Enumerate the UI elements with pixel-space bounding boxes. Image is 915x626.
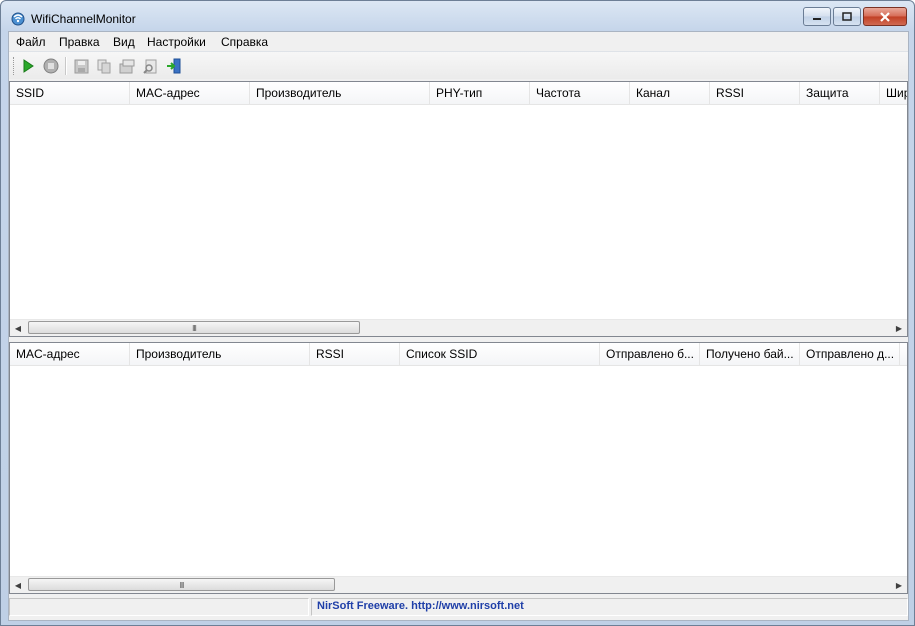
- stations-list[interactable]: MAC-адрес Производитель RSSI Список SSID…: [9, 342, 908, 594]
- menu-view[interactable]: Вид: [113, 35, 135, 49]
- status-cell-left: [9, 598, 309, 616]
- save-button[interactable]: [71, 56, 91, 76]
- col-bytes-received[interactable]: Получено бай...: [700, 343, 800, 365]
- col-rssi[interactable]: RSSI: [310, 343, 400, 365]
- nirsoft-link[interactable]: NirSoft Freeware. http://www.nirsoft.net: [317, 600, 524, 612]
- toolbar-separator: [65, 57, 67, 75]
- scroll-left-arrow[interactable]: ◀: [10, 577, 26, 593]
- status-bar: NirSoft Freeware. http://www.nirsoft.net: [9, 596, 908, 618]
- app-window: WifiChannelMonitor Файл Правка Вид Настр…: [0, 0, 915, 626]
- col-bytes-sent[interactable]: Отправлено б...: [600, 343, 700, 365]
- stations-header: MAC-адрес Производитель RSSI Список SSID…: [10, 343, 907, 366]
- toolbar: [9, 52, 908, 79]
- scroll-right-arrow[interactable]: ▶: [891, 320, 907, 336]
- col-phy[interactable]: PHY-тип: [430, 82, 530, 104]
- col-ssid[interactable]: SSID: [10, 82, 130, 104]
- col-vendor[interactable]: Производитель: [250, 82, 430, 104]
- col-width[interactable]: Шир: [880, 82, 907, 104]
- window-title: WifiChannelMonitor: [31, 12, 136, 26]
- networks-header: SSID MAC-адрес Производитель PHY-тип Час…: [10, 82, 907, 105]
- menu-settings[interactable]: Настройки: [147, 35, 206, 49]
- properties-icon: [119, 59, 135, 73]
- minimize-button[interactable]: [803, 7, 831, 26]
- col-ssid-list[interactable]: Список SSID: [400, 343, 600, 365]
- exit-button[interactable]: [164, 56, 184, 76]
- caption-buttons: [801, 7, 907, 26]
- scroll-thumb[interactable]: III: [28, 321, 360, 334]
- menu-file[interactable]: Файл: [16, 35, 46, 49]
- title-bar[interactable]: WifiChannelMonitor: [1, 1, 914, 31]
- networks-hscrollbar[interactable]: ◀ III ▶: [10, 319, 907, 336]
- maximize-icon: [842, 12, 852, 21]
- start-button[interactable]: [18, 56, 38, 76]
- copy-icon: [97, 59, 110, 73]
- find-icon: [142, 59, 156, 74]
- save-icon: [74, 59, 88, 73]
- thumb-grip: III: [192, 324, 197, 333]
- minimize-icon: [813, 17, 821, 20]
- col-security[interactable]: Защита: [800, 82, 880, 104]
- stop-icon: [43, 58, 59, 74]
- maximize-button[interactable]: [833, 7, 861, 26]
- properties-button[interactable]: [117, 56, 137, 76]
- col-frequency[interactable]: Частота: [530, 82, 630, 104]
- close-button[interactable]: [863, 7, 907, 26]
- col-rssi[interactable]: RSSI: [710, 82, 800, 104]
- play-icon: [23, 59, 34, 73]
- scroll-left-arrow[interactable]: ◀: [10, 320, 26, 336]
- thumb-grip: III: [179, 581, 185, 590]
- scroll-right-arrow[interactable]: ▶: [891, 577, 907, 593]
- col-data-sent[interactable]: Отправлено д...: [800, 343, 900, 365]
- menu-help[interactable]: Справка: [221, 35, 268, 49]
- menu-bar: Файл Правка Вид Настройки Справка: [9, 32, 908, 52]
- find-button[interactable]: [140, 56, 160, 76]
- col-vendor[interactable]: Производитель: [130, 343, 310, 365]
- menu-edit[interactable]: Правка: [59, 35, 100, 49]
- col-mac[interactable]: MAC-адрес: [130, 82, 250, 104]
- stations-hscrollbar[interactable]: ◀ III ▶: [10, 576, 907, 593]
- scroll-thumb[interactable]: III: [28, 578, 335, 591]
- client-area: Файл Правка Вид Настройки Справка SSID M…: [8, 31, 909, 621]
- networks-list[interactable]: SSID MAC-адрес Производитель PHY-тип Час…: [9, 81, 908, 337]
- col-mac[interactable]: MAC-адрес: [10, 343, 130, 365]
- col-channel[interactable]: Канал: [630, 82, 710, 104]
- stop-button[interactable]: [41, 56, 61, 76]
- app-icon: [11, 12, 25, 26]
- toolbar-grip: [13, 57, 16, 75]
- close-icon: [880, 11, 890, 22]
- copy-button[interactable]: [94, 56, 114, 76]
- exit-icon: [167, 58, 181, 74]
